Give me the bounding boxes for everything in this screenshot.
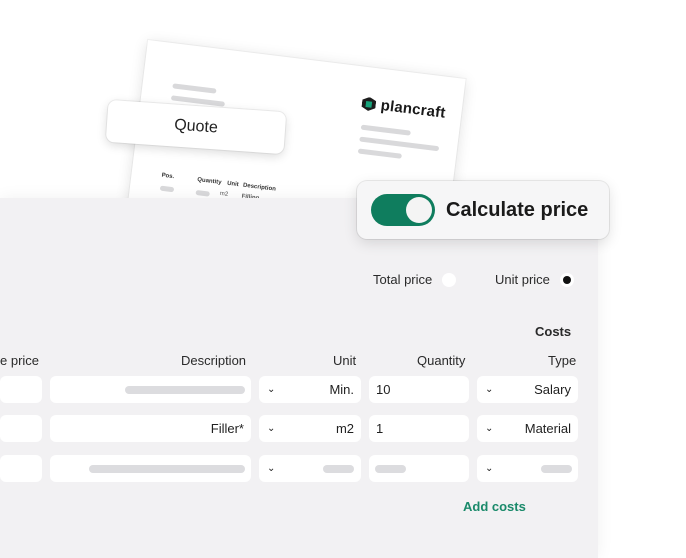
costs-header: Costs — [535, 324, 572, 339]
description-value: Filler* — [210, 421, 244, 436]
column-unit: Unit — [333, 353, 357, 368]
quantity-input[interactable] — [369, 455, 469, 482]
column-price: e price — [0, 353, 40, 368]
chevron-down-icon: ⌄ — [267, 463, 276, 474]
total-price-radio[interactable] — [442, 272, 457, 287]
doc-header-pos: Pos. — [161, 172, 175, 181]
plancraft-logo-icon — [361, 96, 377, 112]
calculate-price-card: Calculate price — [357, 181, 609, 239]
quote-chip-label: Quote — [173, 116, 219, 137]
description-input[interactable] — [50, 376, 251, 403]
chevron-down-icon: ⌄ — [267, 384, 276, 395]
description-input[interactable] — [50, 455, 251, 482]
toggle-knob — [406, 197, 432, 223]
doc-header-unit: Unit — [226, 180, 240, 189]
logo-text: plancraft — [379, 96, 447, 122]
doc-placeholder-line — [360, 124, 411, 136]
unit-value: m2 — [335, 421, 354, 436]
doc-placeholder-line — [357, 148, 403, 159]
quantity-input[interactable]: 10 — [369, 376, 469, 403]
price-input[interactable] — [0, 376, 42, 403]
doc-placeholder-line — [195, 189, 210, 197]
type-select[interactable]: ⌄ — [477, 455, 578, 482]
quantity-input[interactable]: 1 — [369, 415, 469, 442]
price-input[interactable] — [0, 455, 42, 482]
chevron-down-icon: ⌄ — [267, 423, 276, 434]
type-select[interactable]: ⌄ Salary — [477, 376, 578, 403]
doc-placeholder-line — [159, 185, 175, 193]
column-quantity: Quantity — [417, 353, 466, 368]
unit-price-radio[interactable] — [559, 272, 574, 287]
type-value: Salary — [534, 382, 571, 397]
quantity-value: 1 — [376, 421, 384, 436]
column-type: Type — [548, 353, 577, 368]
plancraft-logo: plancraft — [361, 95, 447, 122]
unit-value: Min. — [329, 382, 354, 397]
description-placeholder — [125, 385, 245, 394]
chevron-down-icon: ⌄ — [485, 463, 494, 474]
add-costs-link[interactable]: Add costs — [463, 499, 526, 514]
description-input[interactable]: Filler* — [50, 415, 251, 442]
price-mode-total-label: Total price — [373, 272, 433, 287]
price-input[interactable] — [0, 415, 42, 442]
type-select[interactable]: ⌄ Material — [477, 415, 578, 442]
chevron-down-icon: ⌄ — [485, 384, 494, 395]
price-mode-unit[interactable]: Unit price — [495, 272, 574, 287]
calculate-price-label: Calculate price — [446, 198, 589, 221]
chevron-down-icon: ⌄ — [485, 423, 494, 434]
description-placeholder — [89, 464, 245, 473]
unit-select[interactable]: ⌄ — [259, 455, 361, 482]
price-mode-total[interactable]: Total price — [373, 272, 457, 287]
type-value: Material — [524, 421, 571, 436]
quantity-value: 10 — [376, 382, 391, 397]
unit-select[interactable]: ⌄ m2 — [259, 415, 361, 442]
doc-header-quantity: Quantity — [196, 177, 222, 186]
type-placeholder — [541, 464, 572, 473]
doc-placeholder-line — [172, 83, 217, 94]
doc-row-unit: m2 — [219, 190, 229, 198]
calculate-price-toggle[interactable] — [371, 194, 435, 226]
quantity-placeholder — [375, 464, 406, 473]
unit-placeholder — [323, 464, 354, 473]
unit-select[interactable]: ⌄ Min. — [259, 376, 361, 403]
doc-header-description: Description — [242, 182, 277, 193]
price-mode-unit-label: Unit price — [495, 272, 550, 287]
column-description: Description — [181, 353, 247, 368]
